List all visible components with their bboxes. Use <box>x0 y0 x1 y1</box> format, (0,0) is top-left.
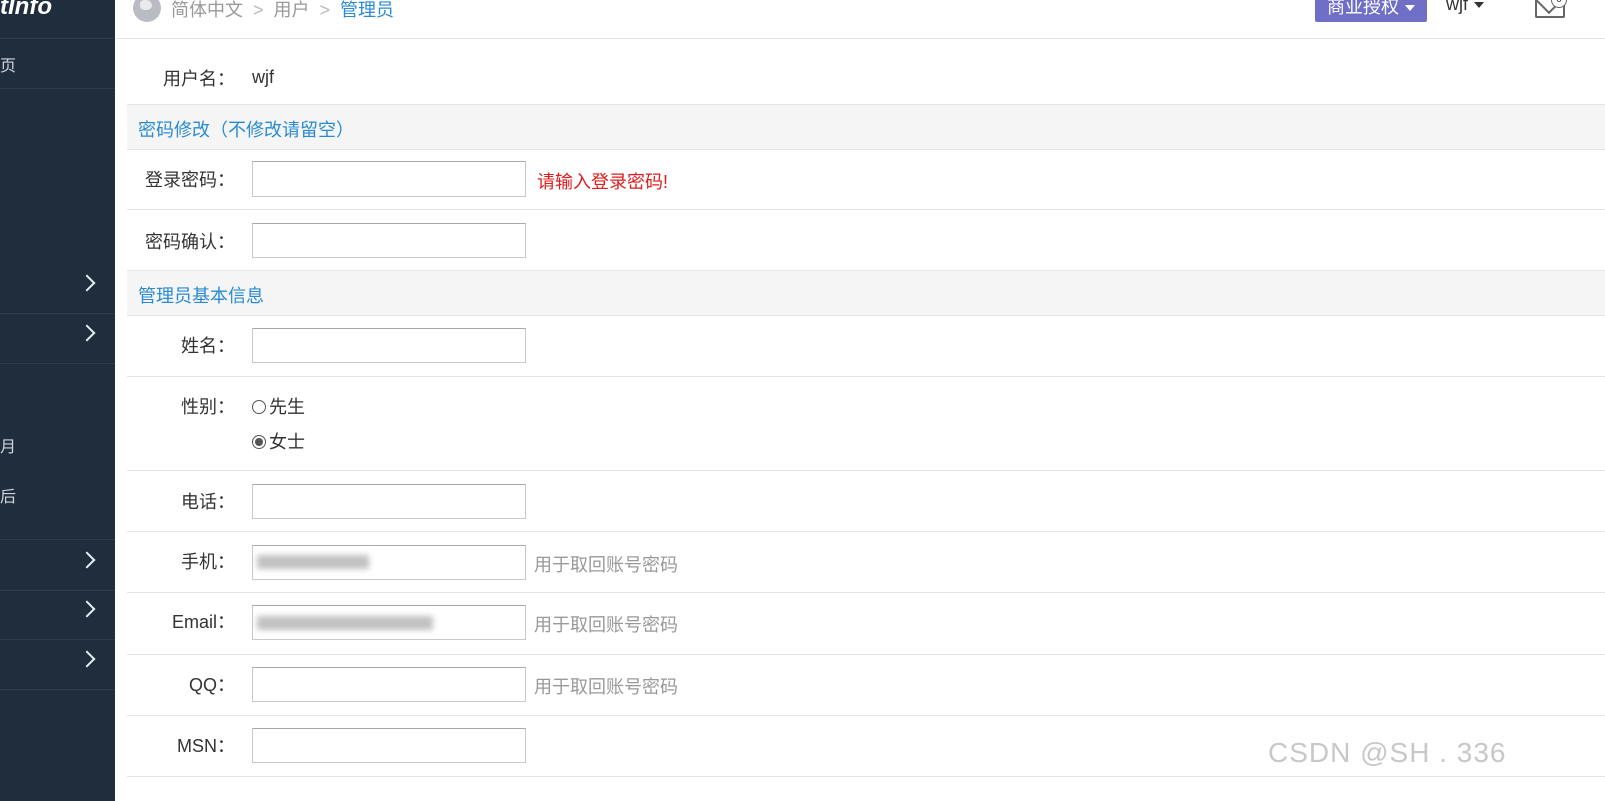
confirm-password-row: 密码确认： <box>127 210 1605 270</box>
email-input[interactable] <box>252 605 526 640</box>
username-label: 用户名： <box>163 69 235 89</box>
breadcrumb-separator: > <box>319 0 331 20</box>
username-value: wjf <box>252 67 274 87</box>
email-row: Email： 用于取回账号密码 <box>127 593 1605 655</box>
sidebar-item-home[interactable]: 页 <box>0 38 115 89</box>
login-password-label: 登录密码： <box>145 170 235 190</box>
sidebar-item-label[interactable]: 月 <box>0 433 16 457</box>
watermark: CSDN @SH . 336 <box>1268 737 1507 768</box>
sidebar-item-label[interactable]: 后 <box>0 483 16 507</box>
sidebar-item-group-2[interactable] <box>0 313 115 364</box>
qq-row: QQ： 用于取回账号密码 <box>127 655 1605 716</box>
mobile-label: 手机： <box>181 552 235 572</box>
msn-input[interactable] <box>252 728 526 763</box>
chevron-right-icon <box>78 650 96 668</box>
username-row: 用户名： wjf <box>127 39 1605 104</box>
section-title: 密码修改（不修改请留空） <box>138 120 354 140</box>
sidebar-item-group-4[interactable] <box>0 589 115 640</box>
breadcrumb-current: 管理员 <box>340 0 395 20</box>
sidebar: tInfo 页 月 后 <box>0 0 115 801</box>
section-title: 管理员基本信息 <box>138 286 264 306</box>
chevron-right-icon <box>78 274 96 292</box>
globe-icon[interactable] <box>133 0 161 22</box>
qq-input[interactable] <box>252 667 526 702</box>
redacted-value <box>257 555 369 569</box>
breadcrumb: 简体中文 > 用户 > 管理员 <box>171 0 394 22</box>
chevron-right-icon <box>78 600 96 618</box>
breadcrumb-users[interactable]: 用户 <box>274 0 310 20</box>
email-label: Email： <box>171 612 235 632</box>
password-section-header: 密码修改（不修改请留空） <box>127 104 1605 150</box>
basic-info-section-header: 管理员基本信息 <box>127 270 1605 316</box>
radio-button-selected[interactable] <box>252 435 266 449</box>
redacted-value <box>257 616 433 630</box>
mobile-row: 手机： 用于取回账号密码 <box>127 532 1605 593</box>
user-menu[interactable]: wjf <box>1446 0 1484 15</box>
confirm-password-label: 密码确认： <box>145 232 235 252</box>
mobile-hint: 用于取回账号密码 <box>534 555 678 575</box>
breadcrumb-language[interactable]: 简体中文 <box>171 0 243 20</box>
phone-input[interactable] <box>252 484 526 519</box>
gender-label: 性别： <box>181 397 235 417</box>
gender-option-label: 先生 <box>269 397 305 417</box>
caret-down-icon <box>1405 5 1415 12</box>
chevron-right-icon <box>78 551 96 569</box>
login-password-row: 登录密码： 请输入登录密码! <box>127 150 1605 210</box>
license-button-label: 商业授权 <box>1327 0 1399 17</box>
license-button[interactable]: 商业授权 <box>1315 0 1427 22</box>
email-hint: 用于取回账号密码 <box>534 615 678 635</box>
sidebar-item-group-5[interactable] <box>0 639 115 690</box>
qq-label: QQ： <box>188 675 235 695</box>
gender-option-label: 女士 <box>269 432 305 452</box>
caret-down-icon <box>1474 2 1484 9</box>
phone-label: 电话： <box>181 492 235 512</box>
top-bar: 简体中文>用户>管理员 商业授权 wjf 0 <box>115 0 1605 39</box>
login-password-input[interactable] <box>252 161 526 197</box>
msn-label: MSN： <box>177 736 235 756</box>
mobile-input[interactable] <box>252 545 526 580</box>
gender-row: 性别： 先生 女士 <box>127 377 1605 471</box>
radio-button[interactable] <box>252 400 266 414</box>
app-logo: tInfo <box>0 0 115 39</box>
confirm-password-input[interactable] <box>252 223 526 258</box>
sidebar-item-group-3[interactable] <box>0 539 115 591</box>
gender-option-ms[interactable]: 女士 <box>252 428 305 454</box>
breadcrumb-separator: > <box>253 0 264 20</box>
phone-row: 电话： <box>127 471 1605 532</box>
login-password-error: 请输入登录密码! <box>537 172 669 192</box>
name-label: 姓名： <box>181 336 235 356</box>
name-input[interactable] <box>252 328 526 363</box>
admin-form: 用户名： wjf 密码修改（不修改请留空） 登录密码： 请输入登录密码! 密码确… <box>127 39 1605 777</box>
name-row: 姓名： <box>127 316 1605 377</box>
qq-hint: 用于取回账号密码 <box>534 677 678 697</box>
gender-option-mr[interactable]: 先生 <box>252 393 305 419</box>
chevron-right-icon <box>78 324 96 342</box>
sidebar-item-group-1[interactable] <box>0 263 115 314</box>
sidebar-item-label: 页 <box>0 58 17 75</box>
user-name: wjf <box>1446 0 1468 14</box>
